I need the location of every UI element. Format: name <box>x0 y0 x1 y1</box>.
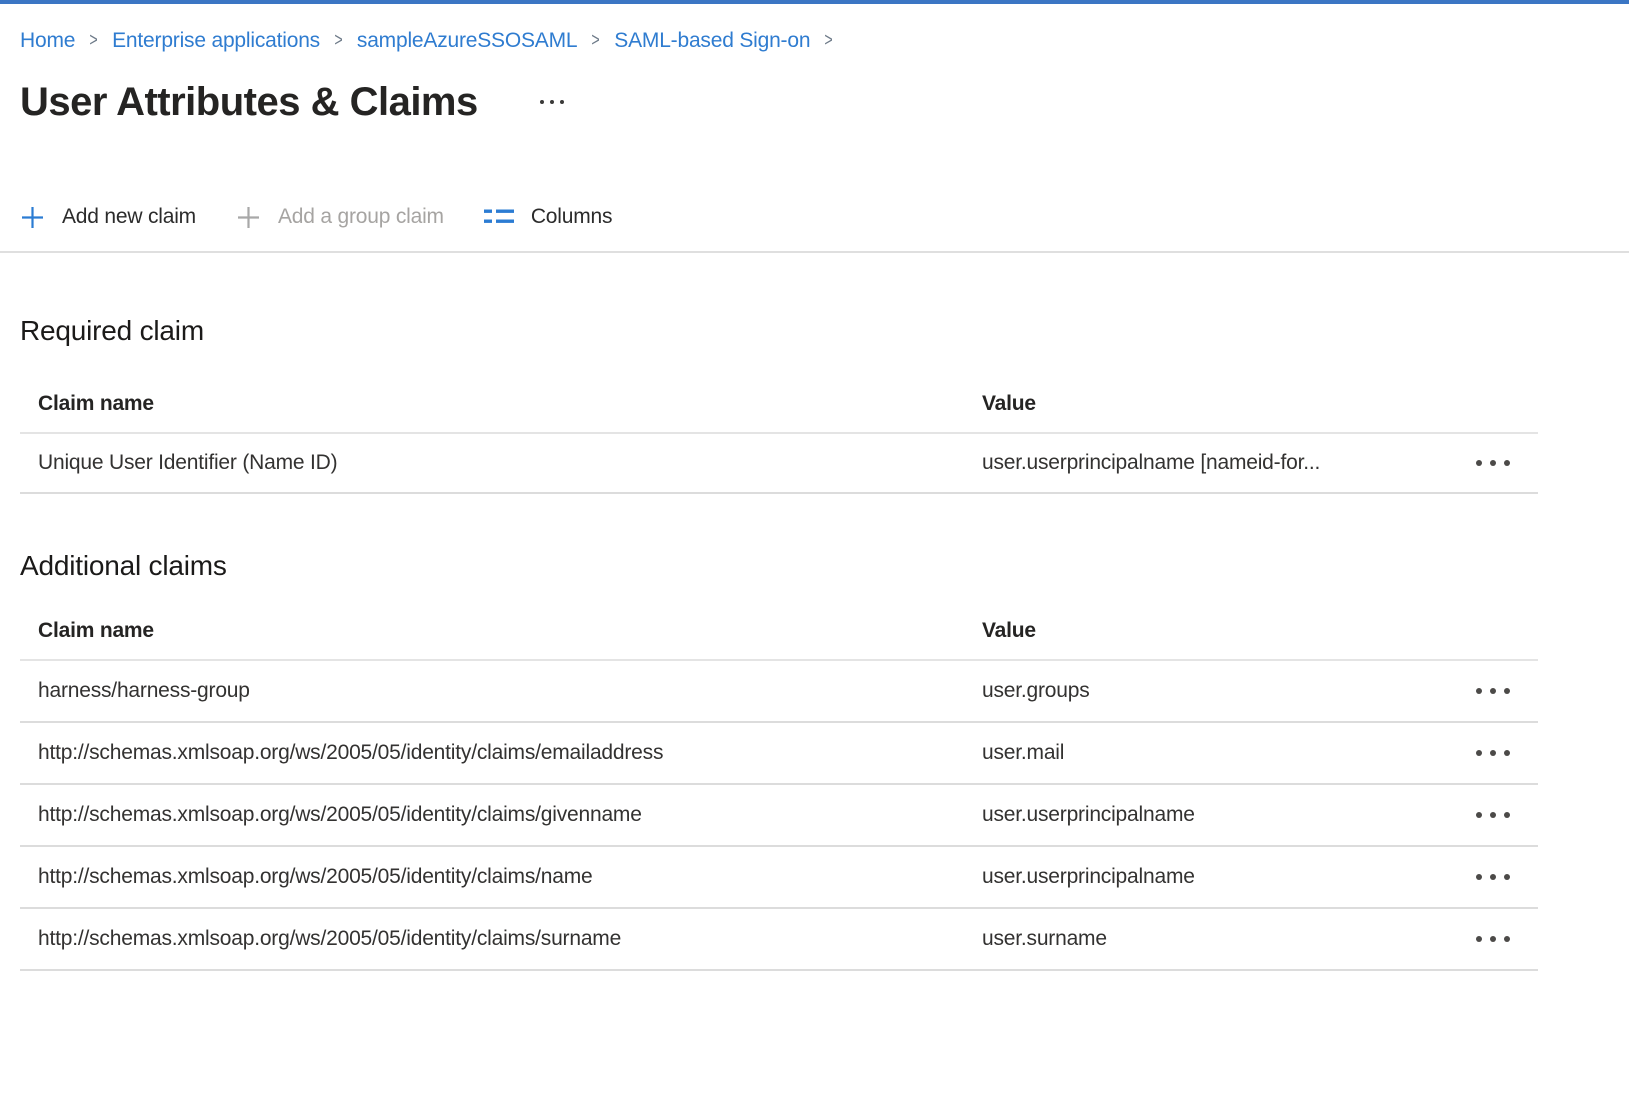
claim-value-cell: user.userprincipalname <box>982 865 1195 889</box>
column-header-value: Value <box>982 619 1036 643</box>
ellipsis-icon <box>1490 936 1496 942</box>
row-context-menu-button[interactable] <box>1474 868 1512 886</box>
chevron-right-icon: > <box>334 26 342 56</box>
ellipsis-icon <box>1504 874 1510 880</box>
ellipsis-icon <box>1490 460 1496 466</box>
claim-value-cell: user.userprincipalname [nameid-for... <box>982 451 1320 475</box>
columns-label: Columns <box>531 205 612 229</box>
command-bar: Add new claim Add a group claim Columns <box>20 198 1629 236</box>
claim-value-cell: user.mail <box>982 741 1064 765</box>
title-context-menu-button[interactable] <box>536 92 568 112</box>
claim-value-cell: user.userprincipalname <box>982 803 1195 827</box>
add-group-claim-button[interactable]: Add a group claim <box>236 205 444 230</box>
claim-name-cell: harness/harness-group <box>20 679 982 703</box>
chevron-right-icon: > <box>90 26 98 56</box>
chevron-right-icon: > <box>592 26 600 56</box>
additional-claims-table: Claim name Value harness/harness-group u… <box>20 584 1538 971</box>
ellipsis-icon <box>560 100 564 104</box>
top-accent-bar <box>0 0 1629 4</box>
column-header-claim-name: Claim name <box>20 392 982 416</box>
add-group-claim-label: Add a group claim <box>278 205 444 229</box>
columns-button[interactable]: Columns <box>484 205 612 229</box>
ellipsis-icon <box>1504 936 1510 942</box>
claim-name-cell: Unique User Identifier (Name ID) <box>20 451 982 475</box>
ellipsis-icon <box>1476 936 1482 942</box>
table-row[interactable]: Unique User Identifier (Name ID) user.us… <box>20 434 1538 494</box>
table-row[interactable]: http://schemas.xmlsoap.org/ws/2005/05/id… <box>20 847 1538 909</box>
claim-value-cell: user.groups <box>982 679 1090 703</box>
toolbar-divider <box>0 251 1629 253</box>
table-row[interactable]: http://schemas.xmlsoap.org/ws/2005/05/id… <box>20 909 1538 971</box>
ellipsis-icon <box>1476 874 1482 880</box>
table-row[interactable]: harness/harness-group user.groups <box>20 661 1538 723</box>
ellipsis-icon <box>550 100 554 104</box>
additional-claims-table-header: Claim name Value <box>20 584 1538 661</box>
claim-name-cell: http://schemas.xmlsoap.org/ws/2005/05/id… <box>20 865 982 889</box>
ellipsis-icon <box>1504 688 1510 694</box>
claim-name-cell: http://schemas.xmlsoap.org/ws/2005/05/id… <box>20 741 982 765</box>
ellipsis-icon <box>1490 750 1496 756</box>
ellipsis-icon <box>1504 750 1510 756</box>
ellipsis-icon <box>1490 688 1496 694</box>
row-context-menu-button[interactable] <box>1474 682 1512 700</box>
row-context-menu-button[interactable] <box>1474 454 1512 472</box>
ellipsis-icon <box>1476 688 1482 694</box>
page-title: User Attributes & Claims <box>20 78 478 126</box>
edit-columns-icon <box>484 207 514 227</box>
title-row: User Attributes & Claims <box>20 78 1629 126</box>
ellipsis-icon <box>1476 750 1482 756</box>
ellipsis-icon <box>1490 874 1496 880</box>
chevron-right-icon: > <box>825 26 833 56</box>
row-context-menu-button[interactable] <box>1474 806 1512 824</box>
column-header-claim-name: Claim name <box>20 619 982 643</box>
ellipsis-icon <box>1490 812 1496 818</box>
ellipsis-icon <box>1504 812 1510 818</box>
plus-icon <box>236 205 261 230</box>
breadcrumb-saml-sign-on[interactable]: SAML-based Sign-on <box>614 26 810 56</box>
ellipsis-icon <box>1476 460 1482 466</box>
required-claim-table-header: Claim name Value <box>20 349 1538 434</box>
add-new-claim-label: Add new claim <box>62 205 196 229</box>
required-claim-heading: Required claim <box>20 313 1629 349</box>
additional-claims-heading: Additional claims <box>20 548 1629 584</box>
table-row[interactable]: http://schemas.xmlsoap.org/ws/2005/05/id… <box>20 723 1538 785</box>
breadcrumb-enterprise-applications[interactable]: Enterprise applications <box>112 26 320 56</box>
claim-value-cell: user.surname <box>982 927 1107 951</box>
row-context-menu-button[interactable] <box>1474 744 1512 762</box>
claim-name-cell: http://schemas.xmlsoap.org/ws/2005/05/id… <box>20 803 982 827</box>
page-content: Home > Enterprise applications > sampleA… <box>0 26 1629 971</box>
column-header-value: Value <box>982 392 1036 416</box>
row-context-menu-button[interactable] <box>1474 930 1512 948</box>
table-row[interactable]: http://schemas.xmlsoap.org/ws/2005/05/id… <box>20 785 1538 847</box>
plus-icon <box>20 205 45 230</box>
required-claim-table: Claim name Value Unique User Identifier … <box>20 349 1538 494</box>
claim-name-cell: http://schemas.xmlsoap.org/ws/2005/05/id… <box>20 927 982 951</box>
breadcrumb-app-name[interactable]: sampleAzureSSOSAML <box>357 26 578 56</box>
ellipsis-icon <box>1504 460 1510 466</box>
ellipsis-icon <box>1476 812 1482 818</box>
breadcrumb: Home > Enterprise applications > sampleA… <box>20 26 1629 56</box>
add-new-claim-button[interactable]: Add new claim <box>20 205 196 230</box>
ellipsis-icon <box>540 100 544 104</box>
breadcrumb-home[interactable]: Home <box>20 26 75 56</box>
